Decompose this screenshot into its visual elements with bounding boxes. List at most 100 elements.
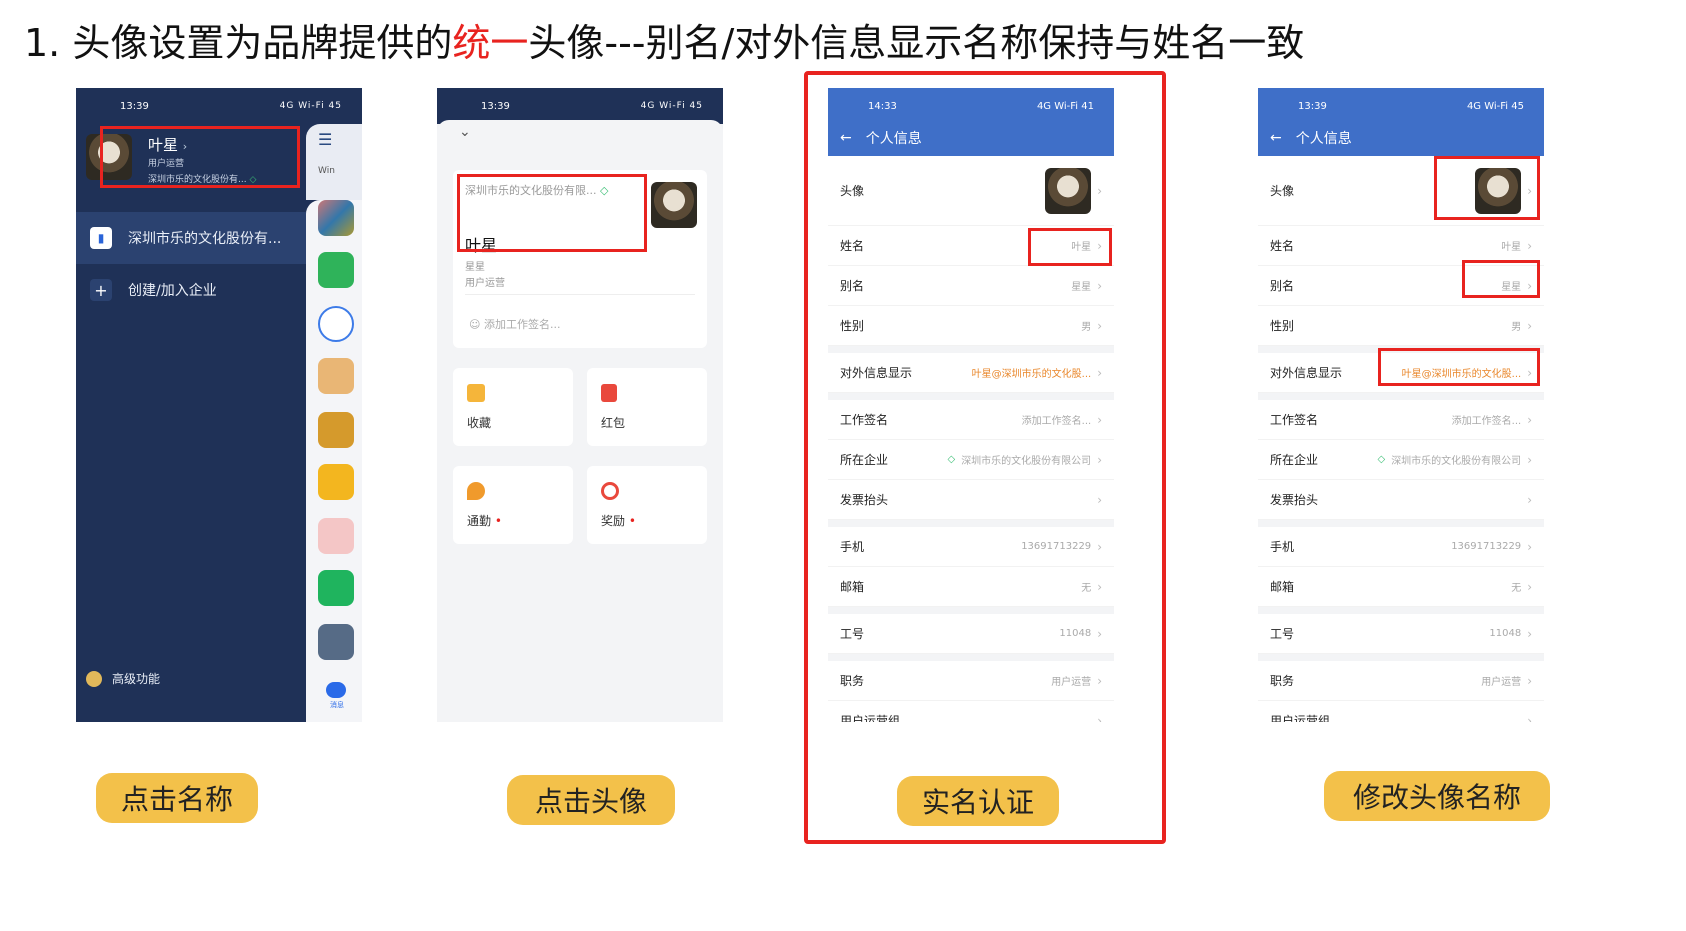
phone-screenshot-sidebar: 13:39 4G Wi-Fi 45 ☰ Win 消息 叶星 › 用户运营 深圳市… <box>76 88 362 722</box>
app-grid-icon[interactable] <box>318 200 354 236</box>
info-row-label: 所在企业 <box>840 453 889 467</box>
info-row[interactable]: 发票抬头 › <box>828 480 1114 520</box>
info-list: 头像 › 姓名 叶星 › 别名 星星 › 性别男 › 对外信息显示 叶星@深圳市乐的文化股... › 工作… <box>1258 156 1544 722</box>
info-row[interactable]: 对外信息显示 叶星@深圳市乐的文化股... › <box>828 353 1114 393</box>
info-row-label: 用户运营组 <box>1270 714 1331 722</box>
menu-icon[interactable]: ☰ <box>318 130 332 149</box>
info-row[interactable]: 性别 男 › <box>1258 306 1544 346</box>
right-strip-top: ☰ Win <box>306 124 362 200</box>
section-divider <box>828 393 1114 400</box>
title-highlight: 统一 <box>452 21 529 65</box>
chevron-down-icon[interactable]: ⌄ <box>459 124 471 140</box>
info-row-label: 头像 <box>1270 184 1295 198</box>
work-sign-input[interactable]: ☺ 添加工作签名... <box>469 316 560 332</box>
section-divider <box>1258 520 1544 527</box>
chevron-right-icon: › <box>1527 579 1532 594</box>
section-divider <box>828 607 1114 614</box>
bear-app-icon[interactable] <box>318 518 354 554</box>
info-row-value: 男 › <box>1081 318 1102 334</box>
location-icon <box>467 482 485 500</box>
tile-favorites[interactable]: 收藏 <box>453 368 573 446</box>
info-row[interactable]: 性别 男 › <box>828 306 1114 346</box>
status-time: 13:39 <box>481 100 510 112</box>
info-row[interactable]: 用户运营组 › <box>1258 701 1544 723</box>
info-row-label: 工号 <box>840 627 865 641</box>
info-row[interactable]: 用户运营组 › <box>828 701 1114 723</box>
title-part2: 头像---别名/对外信息显示名称保持与姓名一致 <box>528 21 1305 65</box>
info-row[interactable]: 邮箱 无 › <box>828 567 1114 607</box>
info-row[interactable]: 邮箱 无 › <box>1258 567 1544 607</box>
tile-red-packet[interactable]: 红包 <box>587 368 707 446</box>
chat-bubble-icon[interactable] <box>318 306 354 342</box>
info-row-value: 添加工作签名... › <box>1451 412 1532 428</box>
info-row[interactable]: 工作签名 添加工作签名... › <box>828 400 1114 440</box>
chevron-right-icon: › <box>1097 452 1102 467</box>
step-label-verify: 实名认证 <box>897 776 1059 826</box>
info-row[interactable]: 所在企业 ◇ 深圳市乐的文化股份有限公司 › <box>1258 440 1544 480</box>
info-row[interactable]: 发票抬头 › <box>1258 480 1544 520</box>
chevron-right-icon: › <box>1527 673 1532 688</box>
chevron-right-icon: › <box>1097 365 1102 380</box>
dot-badge: • <box>628 514 636 528</box>
info-row-label: 职务 <box>1270 674 1295 688</box>
chevron-right-icon: › <box>1527 452 1532 467</box>
info-row[interactable]: 职务 用户运营 › <box>828 661 1114 701</box>
status-time: 13:39 <box>1298 100 1327 112</box>
tile-commute[interactable]: 通勤 • <box>453 466 573 544</box>
company-icon: ▮ <box>90 227 112 249</box>
step-label-edit-avatar-name: 修改头像名称 <box>1324 771 1550 821</box>
message-icon[interactable] <box>326 682 346 698</box>
sidebar-item-company-label: 深圳市乐的文化股份有... <box>128 231 282 247</box>
advanced-features[interactable]: 高级功能 <box>86 670 160 687</box>
plus-icon: + <box>90 279 112 301</box>
info-row-value: 13691713229 › <box>1451 539 1532 554</box>
note-app-icon[interactable] <box>318 252 354 288</box>
chevron-right-icon: › <box>1097 713 1102 723</box>
strip-label: Win <box>318 166 335 176</box>
character-app-icon[interactable] <box>318 358 354 394</box>
info-row[interactable]: 别名 星星 › <box>828 266 1114 306</box>
info-row[interactable]: 工作签名 添加工作签名... › <box>1258 400 1544 440</box>
info-row-value: › <box>1521 493 1532 507</box>
box-icon <box>467 384 485 402</box>
info-row[interactable]: 工号 11048 › <box>1258 614 1544 654</box>
highlight-box-avatar-row <box>1434 156 1540 220</box>
section-divider <box>1258 607 1544 614</box>
status-bar: 13:39 4G Wi-Fi 45 <box>437 88 723 124</box>
info-row-label: 别名 <box>1270 279 1295 293</box>
v-app-icon[interactable] <box>318 412 354 448</box>
info-row-value: 星星 › <box>1071 278 1102 294</box>
profile-avatar[interactable] <box>651 182 697 228</box>
back-arrow-icon[interactable]: ← <box>1270 130 1282 146</box>
highlight-box-company-name <box>457 174 647 252</box>
chevron-right-icon: › <box>1527 238 1532 253</box>
sidebar-item-create-join[interactable]: + 创建/加入企业 <box>76 264 306 316</box>
info-row-value: 添加工作签名... › <box>1021 412 1102 428</box>
info-row[interactable]: 职务 用户运营 › <box>1258 661 1544 701</box>
info-row-value: 用户运营 › <box>1481 673 1532 689</box>
chevron-right-icon: › <box>1097 673 1102 688</box>
profile-alias: 星星 <box>465 262 485 273</box>
info-row[interactable]: 手机 13691713229 › <box>828 527 1114 567</box>
highlight-box-alias-row <box>1462 260 1540 298</box>
tile-reward[interactable]: 奖励 • <box>587 466 707 544</box>
photo-app-icon[interactable] <box>318 624 354 660</box>
sidebar-item-company[interactable]: ▮ 深圳市乐的文化股份有... <box>76 212 306 264</box>
tile-commute-label: 通勤 • <box>467 514 502 528</box>
info-row[interactable]: 工号 11048 › <box>828 614 1114 654</box>
info-row[interactable]: 所在企业 ◇ 深圳市乐的文化股份有限公司 › <box>828 440 1114 480</box>
status-time: 14:33 <box>868 100 897 112</box>
doc-app-icon[interactable] <box>318 464 354 500</box>
crown-icon <box>86 670 102 687</box>
info-row-label: 所在企业 <box>1270 453 1319 467</box>
chevron-right-icon: › <box>1527 713 1532 723</box>
info-row-value: 11048 › <box>1489 626 1532 641</box>
info-row[interactable]: 头像 › <box>828 156 1114 226</box>
back-arrow-icon[interactable]: ← <box>840 130 852 146</box>
info-row-value: 叶星@深圳市乐的文化股... › <box>971 365 1102 381</box>
profile-avatar[interactable] <box>1045 167 1092 214</box>
wechat-icon[interactable] <box>318 570 354 606</box>
status-icons: 4G Wi-Fi 45 <box>279 101 342 111</box>
info-row[interactable]: 手机 13691713229 › <box>1258 527 1544 567</box>
title-part1: 1. 头像设置为品牌提供的 <box>24 21 453 65</box>
